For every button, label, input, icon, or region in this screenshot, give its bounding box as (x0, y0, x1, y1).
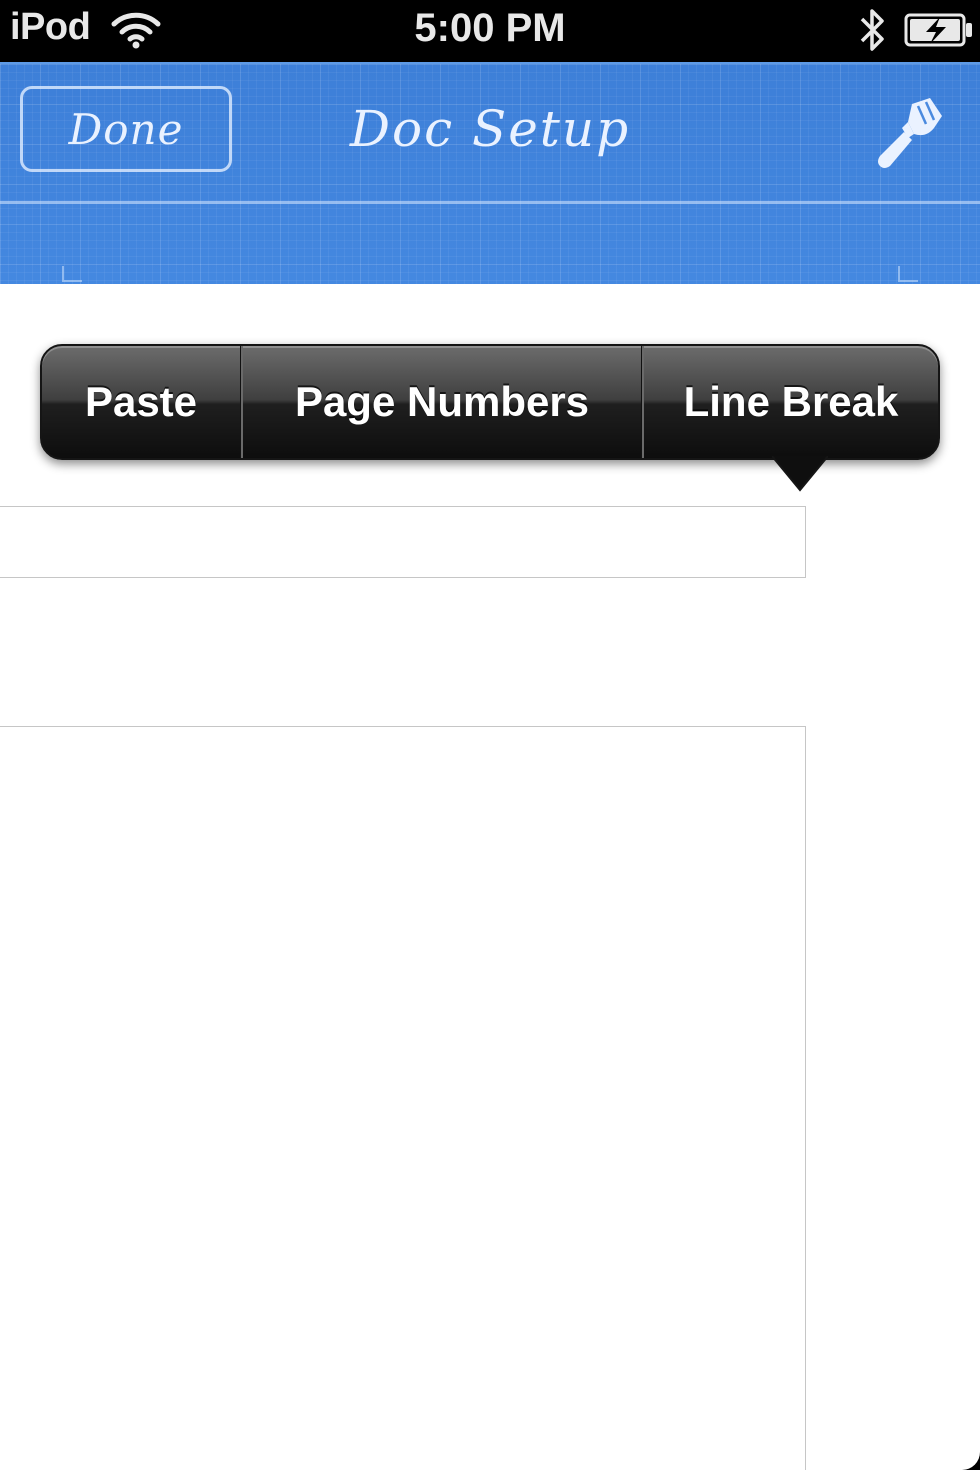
document-setup-form (0, 284, 980, 1470)
body-text-area[interactable] (0, 726, 806, 1470)
edit-menu: Paste Page Numbers Line Break (40, 344, 940, 460)
header-divider (0, 201, 980, 204)
line-break-menu-item[interactable]: Line Break (644, 346, 938, 458)
page-title: Doc Setup (349, 100, 631, 158)
status-time: 5:00 PM (414, 6, 566, 50)
paste-menu-item[interactable]: Paste (42, 346, 240, 458)
corner-mark (898, 266, 918, 282)
header-text-field[interactable] (0, 506, 806, 578)
bluetooth-icon (860, 9, 884, 51)
menu-pointer-arrow (772, 456, 828, 492)
status-bar: iPod 5:00 PM (0, 0, 980, 62)
page-numbers-menu-item[interactable]: Page Numbers (243, 346, 641, 458)
navigation-bar: Done Doc Setup (0, 62, 980, 284)
battery-charging-icon (904, 13, 972, 47)
paint-brush-icon[interactable] (868, 94, 948, 174)
corner-mark (62, 266, 82, 282)
